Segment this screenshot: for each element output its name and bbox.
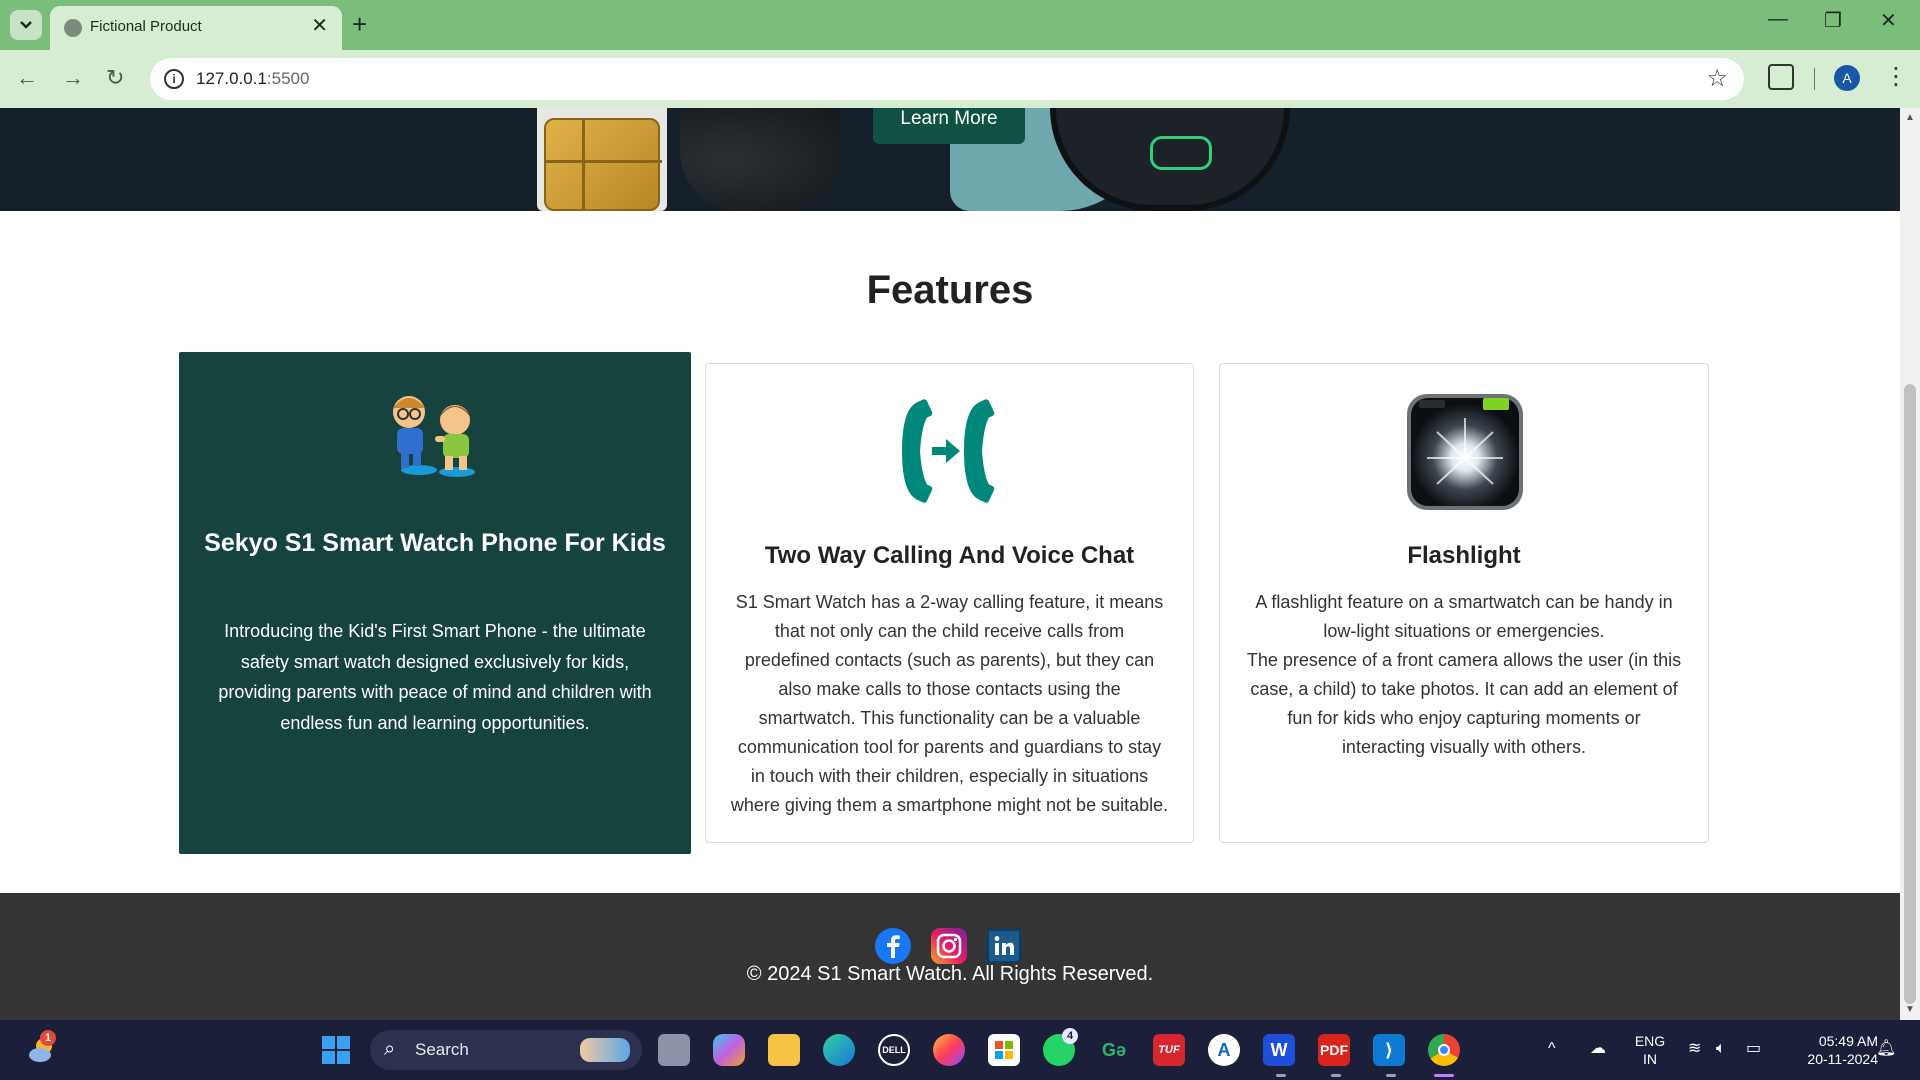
address-bar[interactable]: i 127.0.0.1:5500 ☆ — [150, 58, 1744, 100]
back-icon[interactable]: ← — [16, 63, 38, 93]
sim-chip-image — [544, 118, 662, 211]
edge-browser-icon[interactable] — [823, 1034, 855, 1066]
feature-text-kids: Introducing the Kid's First Smart Phone … — [218, 621, 652, 733]
lang-line2: IN — [1643, 1051, 1657, 1067]
dell-icon[interactable]: DELL — [878, 1034, 910, 1066]
geeksforgeeks-icon[interactable]: Gǝ — [1098, 1034, 1130, 1066]
vscode-icon[interactable]: ⟩ — [1373, 1034, 1405, 1066]
file-explorer-icon[interactable] — [768, 1034, 800, 1066]
forward-icon[interactable]: → — [62, 63, 84, 93]
search-icon: ⌕ — [384, 1038, 396, 1060]
url-port: :5500 — [266, 69, 310, 88]
feature-title-calling: Two Way Calling And Voice Chat — [764, 542, 1135, 569]
feature-card-kids: Sekyo S1 Smart Watch Phone For Kids Intr… — [179, 352, 691, 854]
whatsapp-badge: 4 — [1062, 1028, 1078, 1044]
webex-icon[interactable]: W — [1263, 1034, 1295, 1066]
learn-more-button[interactable]: Learn More — [873, 108, 1025, 144]
start-button[interactable] — [320, 1034, 352, 1066]
chevron-up-icon[interactable]: ^ — [1548, 1040, 1556, 1058]
scrollbar-thumb[interactable] — [1904, 384, 1916, 1004]
chrome-center-icon — [1438, 1044, 1450, 1056]
reload-icon[interactable]: ↻ — [106, 63, 124, 93]
weather-badge: 1 — [40, 1030, 56, 1046]
tab-search-button[interactable] — [10, 10, 42, 40]
instagram-icon[interactable] — [931, 928, 967, 964]
features-heading: Features — [866, 268, 1034, 312]
running-indicator — [1386, 1074, 1396, 1077]
running-indicator — [1331, 1074, 1341, 1077]
page-viewport: Learn More Features Sekyo S1 Smart Watch… — [0, 108, 1920, 1020]
site-info-icon[interactable]: i — [164, 69, 184, 89]
clock-time: 05:49 AM — [1818, 1033, 1878, 1049]
battery-icon[interactable]: ▭ — [1746, 1040, 1761, 1058]
firefox-icon[interactable] — [933, 1034, 965, 1066]
feature-title-kids: Sekyo S1 Smart Watch Phone For Kids — [204, 529, 666, 557]
url-text[interactable]: 127.0.0.1:5500 — [196, 69, 309, 89]
search-highlight-icon — [580, 1038, 630, 1062]
page-scrollbar[interactable]: ▲ ▼ — [1900, 108, 1920, 1020]
acrobat-reader-icon[interactable]: PDF — [1318, 1034, 1350, 1066]
close-window-icon[interactable]: ✕ — [1880, 8, 1897, 33]
bookmark-star-icon[interactable]: ☆ — [1706, 64, 1728, 93]
scroll-up-icon[interactable]: ▲ — [1905, 112, 1915, 123]
scroll-down-icon[interactable]: ▼ — [1905, 1004, 1915, 1015]
watch-band-image — [680, 108, 840, 211]
extensions-icon[interactable] — [1768, 64, 1794, 90]
minimize-icon[interactable]: — — [1768, 8, 1788, 31]
flashlight-text-line1: A flashlight feature on a smartwatch can… — [1255, 592, 1673, 641]
linkedin-icon[interactable] — [986, 928, 1022, 964]
browser-tab[interactable]: Fictional Product ✕ — [50, 6, 342, 50]
active-indicator — [1434, 1074, 1454, 1077]
watch-phone-icon — [1150, 136, 1212, 170]
feature-card-flashlight: Flashlight A flashlight feature on a sma… — [1219, 363, 1709, 843]
feature-text-flashlight: A flashlight feature on a smartwatch can… — [1220, 588, 1708, 762]
search-label: Search — [415, 1040, 469, 1059]
microsoft-store-icon[interactable] — [988, 1034, 1020, 1066]
onedrive-icon[interactable]: ☁ — [1590, 1040, 1606, 1058]
kids-illustration-icon — [393, 396, 475, 477]
windows-taskbar: 1 ⌕ Search DELL 4 Gǝ TUF A W PDF ⟩ ^ ☁ E… — [0, 1020, 1920, 1080]
chevron-down-icon — [20, 21, 32, 29]
language-indicator[interactable]: ENG IN — [1628, 1032, 1672, 1068]
tuf-gaming-icon[interactable]: TUF — [1153, 1034, 1185, 1066]
flashlight-text-line2: The presence of a front camera allows th… — [1246, 650, 1682, 757]
taskbar-search[interactable]: ⌕ Search — [370, 1030, 642, 1070]
notification-bell-icon[interactable]: 🔔︎ — [1876, 1040, 1896, 1058]
flashlight-icon — [1407, 394, 1523, 510]
two-way-call-icon — [902, 399, 995, 503]
tab-title: Fictional Product — [90, 18, 202, 35]
feature-card-calling: Two Way Calling And Voice Chat S1 Smart … — [705, 363, 1194, 843]
new-tab-button[interactable]: + — [352, 10, 367, 38]
feature-title-flashlight: Flashlight — [1407, 542, 1521, 569]
toolbar-divider — [1814, 68, 1815, 90]
clock-date: 20-11-2024 — [1807, 1051, 1878, 1067]
windows-logo-icon — [322, 1036, 350, 1064]
close-tab-icon[interactable]: ✕ — [311, 16, 328, 36]
page-footer: © 2024 S1 Smart Watch. All Rights Reserv… — [0, 893, 1900, 1020]
clock[interactable]: 05:49 AM 20-11-2024 — [1782, 1032, 1878, 1068]
copilot-icon[interactable] — [713, 1034, 745, 1066]
volume-icon[interactable]: 🔈︎ — [1716, 1040, 1726, 1058]
feature-text-calling: S1 Smart Watch has a 2-way calling featu… — [730, 592, 1169, 815]
hero-banner: Learn More — [0, 108, 1900, 211]
task-view-icon[interactable] — [658, 1034, 690, 1066]
lang-line1: ENG — [1634, 1033, 1666, 1049]
browser-menu-icon[interactable]: ⋮ — [1884, 62, 1908, 92]
store-grid-icon — [995, 1041, 1013, 1059]
url-host: 127.0.0.1 — [196, 69, 267, 88]
profile-avatar[interactable]: A — [1834, 65, 1860, 91]
facebook-icon[interactable] — [875, 928, 911, 964]
chrome-icon[interactable] — [1428, 1034, 1460, 1066]
running-indicator — [1276, 1074, 1286, 1077]
browser-toolbar: ← → ↻ i 127.0.0.1:5500 ☆ A ⋮ — [0, 50, 1920, 108]
browser-tab-strip: Fictional Product ✕ + — ❐ ✕ — [0, 0, 1920, 50]
wifi-icon[interactable]: ≋ — [1688, 1040, 1701, 1058]
app-installer-icon[interactable]: A — [1208, 1034, 1240, 1066]
copyright-text: © 2024 S1 Smart Watch. All Rights Reserv… — [746, 963, 1154, 985]
globe-icon — [64, 19, 82, 37]
restore-icon[interactable]: ❐ — [1824, 8, 1842, 33]
